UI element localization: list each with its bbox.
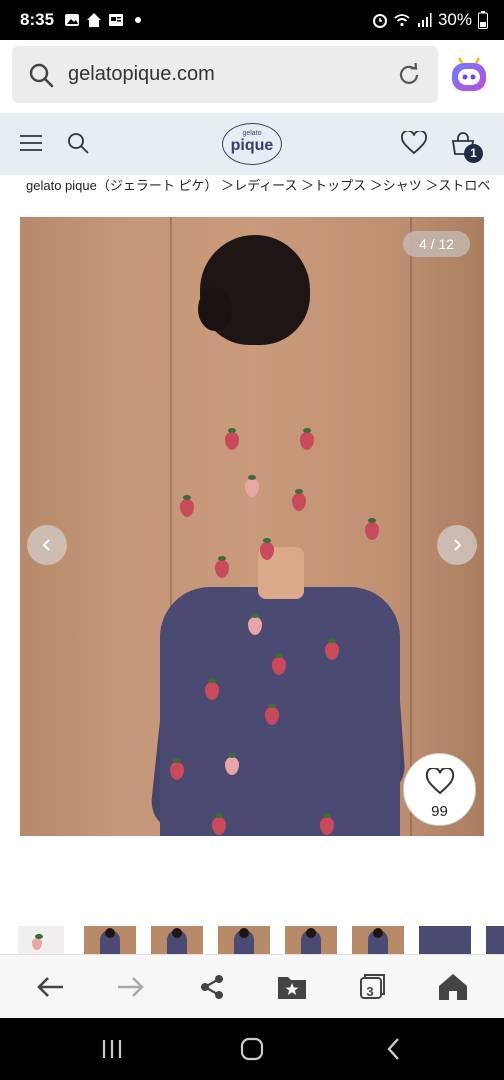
tab-count: 3 <box>366 983 374 999</box>
strawberry-print <box>245 475 259 497</box>
forward-button[interactable] <box>113 969 149 1005</box>
thumbnail-3[interactable] <box>151 926 203 954</box>
strawberry-print <box>225 428 239 450</box>
back-button[interactable] <box>32 969 68 1005</box>
reload-icon[interactable] <box>396 62 422 88</box>
wifi-icon <box>394 14 410 27</box>
site-header: gelato pique <box>0 113 504 175</box>
thumbnail-strip <box>0 926 504 954</box>
prev-image-button[interactable] <box>27 525 67 565</box>
gallery-icon <box>65 14 80 26</box>
strawberry-print <box>180 495 194 517</box>
share-button[interactable] <box>194 969 230 1005</box>
thumb-head <box>105 928 115 938</box>
home-button[interactable] <box>435 969 471 1005</box>
back-nav-icon[interactable] <box>381 1036 407 1062</box>
cart-count-badge: 1 <box>464 144 483 163</box>
thumbnail-2[interactable] <box>84 926 136 954</box>
thumbnail-6[interactable] <box>352 926 404 954</box>
bookmarks-button[interactable] <box>274 969 310 1005</box>
dot-icon <box>135 17 142 23</box>
status-right-icons: 30% <box>372 10 488 30</box>
tabs-button[interactable]: 3 <box>354 969 390 1005</box>
logo-big-text: pique <box>230 137 274 154</box>
url-field[interactable]: gelatopique.com <box>12 46 438 103</box>
strawberry-print <box>292 489 306 511</box>
home-nav-icon[interactable] <box>239 1036 265 1062</box>
strawberry-shirt <box>160 587 400 836</box>
image-counter: 4 / 12 <box>403 231 470 257</box>
news-icon <box>109 14 124 26</box>
browser-bottom-toolbar: 3 <box>0 954 504 1018</box>
signal-icon <box>417 13 432 27</box>
search-icon <box>29 63 54 87</box>
share-icon <box>201 975 223 999</box>
favorite-button[interactable]: 99 <box>403 753 476 826</box>
favorite-count: 99 <box>431 803 448 820</box>
battery-icon <box>478 11 488 29</box>
battery-percent: 30% <box>437 10 472 29</box>
strawberry-print <box>32 934 43 950</box>
home-icon <box>439 974 467 1000</box>
assistant-bot-icon[interactable] <box>450 57 488 93</box>
chevron-left-icon <box>42 539 50 551</box>
thumbnail-4[interactable] <box>218 926 270 954</box>
thumb-head <box>172 928 182 938</box>
favorites-heart-icon[interactable] <box>401 131 427 155</box>
strawberry-print <box>300 428 314 450</box>
bookmark-folder-icon <box>278 977 306 999</box>
url-text[interactable]: gelatopique.com <box>68 63 396 86</box>
android-navigation-bar <box>0 1018 504 1080</box>
brand-logo[interactable]: gelato pique <box>222 123 282 165</box>
breadcrumb[interactable]: gelato pique（ジェラート ピケ） ＞レディース ＞トップス ＞シャツ… <box>26 175 504 195</box>
strawberry-print <box>365 518 379 540</box>
next-image-button[interactable] <box>437 525 477 565</box>
thumbnail-1[interactable] <box>18 926 64 954</box>
status-time: 8:35 <box>20 10 55 29</box>
heart-icon <box>425 766 454 795</box>
browser-address-bar: gelatopique.com <box>0 40 504 112</box>
thumb-head <box>373 928 383 938</box>
wall-panel-line <box>410 217 412 836</box>
model-hair-bun <box>198 287 232 331</box>
status-bar: 8:35 30% <box>0 0 504 40</box>
home-notification-icon <box>87 13 102 27</box>
product-main-image[interactable] <box>20 217 484 836</box>
thumb-head <box>239 928 249 938</box>
recent-apps-icon[interactable] <box>99 1036 125 1062</box>
thumb-head <box>306 928 316 938</box>
alarm-icon <box>372 14 387 28</box>
thumbnail-7[interactable] <box>419 926 471 954</box>
arrow-right-icon <box>118 977 144 997</box>
menu-icon[interactable] <box>19 131 43 155</box>
arrow-left-icon <box>37 977 63 997</box>
site-search-icon[interactable] <box>66 131 90 155</box>
status-left-icons <box>64 12 146 28</box>
thumbnail-5[interactable] <box>285 926 337 954</box>
thumbnail-8[interactable] <box>486 926 504 954</box>
chevron-right-icon <box>454 539 462 551</box>
strawberry-print <box>215 556 229 578</box>
